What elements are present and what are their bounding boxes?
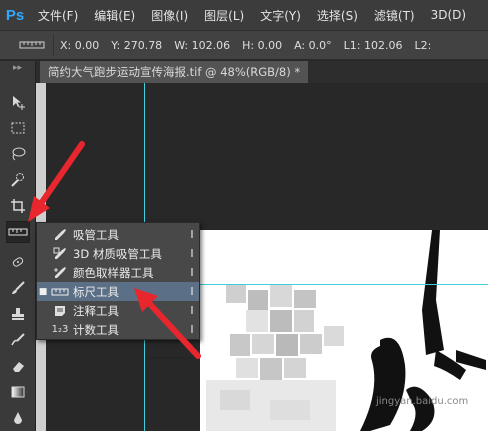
document-tab-bar: 简约大气跑步运动宣传海报.tif @ 48%(RGB/8) * <box>36 61 488 83</box>
y-readout: Y: 270.78 <box>111 38 163 52</box>
marquee-tool[interactable] <box>6 117 30 139</box>
gradient-icon <box>11 386 25 398</box>
stamp-icon <box>12 308 24 320</box>
document-tab-title: 简约大气跑步运动宣传海报.tif @ 48%(RGB/8) * <box>48 65 301 79</box>
options-bar-grip[interactable] <box>0 31 10 59</box>
menu-item-note[interactable]: 注释工具 I <box>37 301 199 320</box>
app-logo: Ps <box>5 6 25 24</box>
width-readout: W: 102.06 <box>174 38 231 52</box>
height-readout: H: 0.00 <box>242 38 283 52</box>
options-bar: X: 0.00 Y: 270.78 W: 102.06 H: 0.00 A: 0… <box>0 30 488 60</box>
tool-preset-picker[interactable] <box>10 34 54 56</box>
tools-panel: ▸▸ <box>0 61 36 431</box>
history-brush-tool[interactable] <box>6 329 30 351</box>
menu-image[interactable]: 图像(I) <box>143 7 196 24</box>
x-readout: X: 0.00 <box>60 38 100 52</box>
menu-item-count[interactable]: 1₂3 计数工具 I <box>37 320 199 339</box>
menu-select[interactable]: 选择(S) <box>309 7 366 24</box>
collapse-panel-icon[interactable]: ▸▸ <box>0 61 35 75</box>
length2-readout: L2: <box>414 38 432 52</box>
marquee-icon <box>11 122 25 134</box>
photoshop-window: Ps 文件(F) 编辑(E) 图像(I) 图层(L) 文字(Y) 选择(S) 滤… <box>0 0 488 431</box>
menu-item-color-sampler[interactable]: 颜色取样器工具 I <box>37 263 199 282</box>
drop-icon <box>14 412 22 424</box>
menu-3d[interactable]: 3D(D) <box>423 8 474 22</box>
menu-file[interactable]: 文件(F) <box>30 7 86 24</box>
crop-icon <box>11 199 25 213</box>
crop-tool[interactable] <box>6 195 30 217</box>
eyedropper-icon <box>51 227 69 243</box>
quick-selection-tool[interactable] <box>6 169 30 191</box>
menu-type[interactable]: 文字(Y) <box>252 7 309 24</box>
document-tab[interactable]: 简约大气跑步运动宣传海报.tif @ 48%(RGB/8) * <box>40 61 309 83</box>
ruler-icon <box>8 228 28 236</box>
menu-edit[interactable]: 编辑(E) <box>86 7 143 24</box>
note-icon <box>51 303 69 319</box>
menu-layer[interactable]: 图层(L) <box>196 7 252 24</box>
eraser-icon <box>13 362 24 372</box>
menu-filter[interactable]: 滤镜(T) <box>366 7 423 24</box>
angle-readout: A: 0.0° <box>294 38 332 52</box>
color-sampler-icon <box>51 265 69 281</box>
healing-brush-tool[interactable] <box>6 251 30 273</box>
blur-tool[interactable] <box>6 407 30 429</box>
gradient-tool[interactable] <box>6 381 30 403</box>
menu-item-eyedropper[interactable]: 吸管工具 I <box>37 225 199 244</box>
menu-bar: Ps 文件(F) 编辑(E) 图像(I) 图层(L) 文字(Y) 选择(S) 滤… <box>0 0 488 30</box>
menu-item-3d-material-eyedropper[interactable]: 3D 材质吸管工具 I <box>37 244 199 263</box>
selected-bullet-icon: ■ <box>38 286 48 297</box>
clone-stamp-tool[interactable] <box>6 303 30 325</box>
move-tool[interactable] <box>6 91 30 113</box>
bandage-icon <box>12 257 24 267</box>
quick-selection-icon <box>11 173 24 187</box>
ruler-icon <box>19 41 44 49</box>
lasso-icon <box>12 147 26 161</box>
history-brush-icon <box>11 333 25 346</box>
watermark: jingyan.baidu.com <box>376 396 469 407</box>
brush-tool[interactable] <box>6 277 30 299</box>
menu-item-ruler[interactable]: ■ 标尺工具 I <box>37 282 199 301</box>
eyedropper-tool-group[interactable] <box>6 221 30 243</box>
ruler-icon <box>51 284 69 300</box>
3d-material-eyedropper-icon <box>51 246 69 262</box>
move-icon <box>13 96 25 110</box>
tool-flyout-menu: 吸管工具 I 3D 材质吸管工具 I 颜色取样器工具 I ■ 标尺工具 I 注释… <box>36 222 200 340</box>
eraser-tool[interactable] <box>6 355 30 377</box>
brush-icon <box>12 281 25 294</box>
count-icon: 1₂3 <box>51 324 69 335</box>
lasso-tool[interactable] <box>6 143 30 165</box>
length1-readout: L1: 102.06 <box>343 38 403 52</box>
